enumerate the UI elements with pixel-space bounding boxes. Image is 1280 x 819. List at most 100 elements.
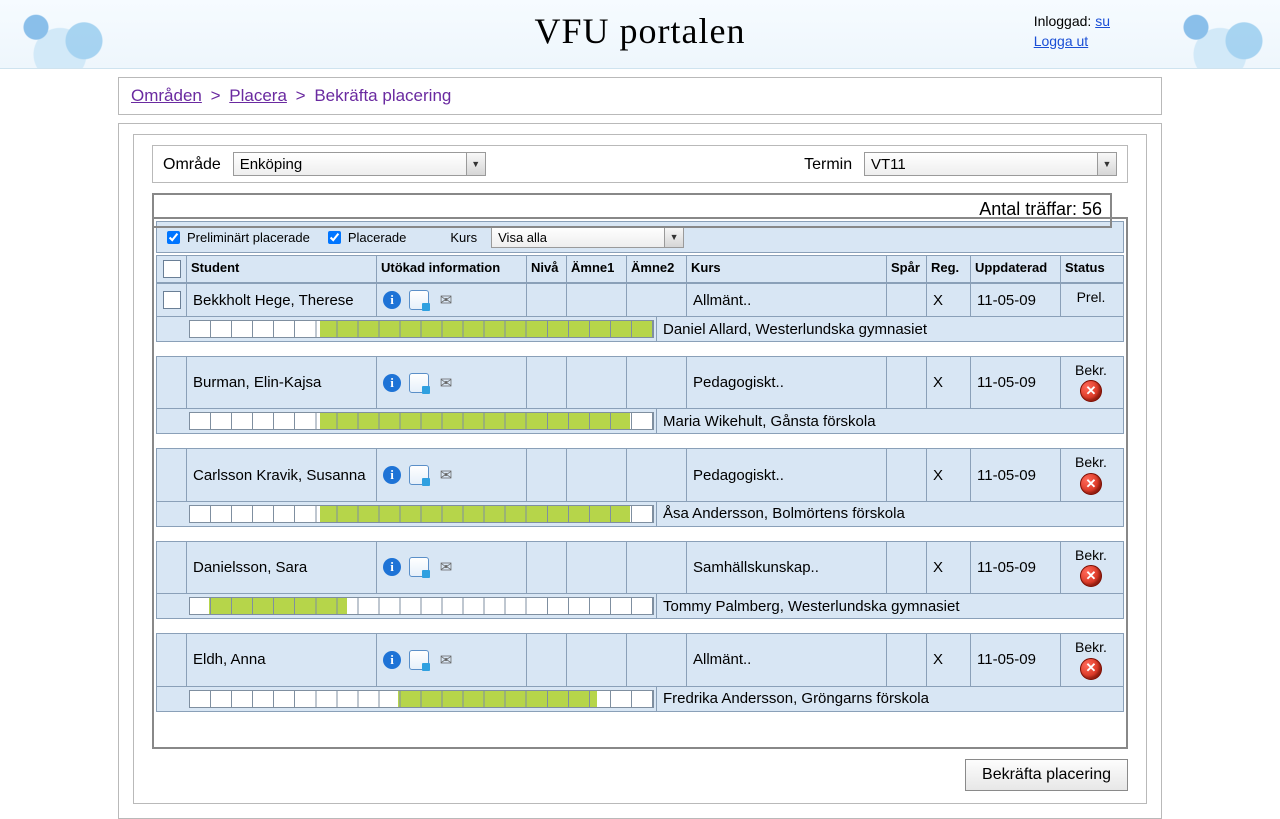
topbar: VFU portalen Inloggad: su Logga ut	[0, 0, 1280, 69]
document-icon[interactable]	[409, 290, 429, 310]
info-icon[interactable]: i	[383, 374, 401, 392]
row-kurs: Pedagogiskt..	[687, 449, 887, 500]
hits-label: Antal träffar:	[979, 199, 1077, 219]
row-updated: 11-05-09	[971, 284, 1061, 316]
col-student[interactable]: Student	[187, 256, 377, 282]
mail-icon[interactable]: ✉	[437, 651, 455, 669]
logout-link[interactable]: Logga ut	[1034, 33, 1089, 49]
breadcrumb-areas[interactable]: Områden	[131, 86, 202, 105]
remove-icon[interactable]: ✕	[1080, 380, 1102, 402]
row-updated: 11-05-09	[971, 449, 1061, 500]
info-icon[interactable]: i	[383, 466, 401, 484]
row-checkbox[interactable]	[163, 291, 181, 309]
placement-desc: Åsa Andersson, Bolmörtens förskola	[657, 502, 1123, 525]
document-icon[interactable]	[409, 465, 429, 485]
placed-checkbox[interactable]: Placerade	[324, 228, 407, 247]
info-icon[interactable]: i	[383, 558, 401, 576]
kurs-filter-select[interactable]: Visa alla ▼	[491, 226, 684, 248]
logged-in-label: Inloggad:	[1034, 13, 1092, 29]
top-filter-bar: Område Enköping ▼ Termin VT11 ▼	[152, 145, 1128, 183]
row-actions: i✉	[377, 284, 527, 316]
table-row[interactable]: Danielsson, Sarai✉Samhällskunskap..X11-0…	[156, 541, 1124, 619]
chevron-down-icon: ▼	[466, 153, 485, 175]
kurs-filter-label: Kurs	[450, 230, 477, 245]
row-actions: i✉	[377, 357, 527, 408]
placed-checkbox-input[interactable]	[328, 231, 341, 244]
document-icon[interactable]	[409, 557, 429, 577]
col-status[interactable]: Status	[1061, 256, 1121, 282]
document-icon[interactable]	[409, 373, 429, 393]
row-actions: i✉	[377, 542, 527, 593]
col-niva[interactable]: Nivå	[527, 256, 567, 282]
decoration-left	[0, 0, 120, 68]
table-row[interactable]: Bekkholt Hege, Theresei✉Allmänt..X11-05-…	[156, 283, 1124, 342]
prelim-checkbox-label: Preliminärt placerade	[187, 230, 310, 245]
col-reg[interactable]: Reg.	[927, 256, 971, 282]
breadcrumb-sep: >	[211, 86, 221, 105]
row-reg: X	[927, 634, 971, 685]
remove-icon[interactable]: ✕	[1080, 565, 1102, 587]
breadcrumb-sep: >	[296, 86, 306, 105]
remove-icon[interactable]: ✕	[1080, 658, 1102, 680]
prelim-checkbox-input[interactable]	[167, 231, 180, 244]
placement-desc: Maria Wikehult, Gånsta förskola	[657, 410, 1123, 433]
row-reg: X	[927, 449, 971, 500]
info-icon[interactable]: i	[383, 651, 401, 669]
row-actions: i✉	[377, 634, 527, 685]
mail-icon[interactable]: ✉	[437, 291, 455, 309]
col-upd[interactable]: Uppdaterad	[971, 256, 1061, 282]
term-label: Termin	[804, 156, 852, 173]
mail-icon[interactable]: ✉	[437, 558, 455, 576]
student-name: Burman, Elin-Kajsa	[187, 357, 377, 408]
app-title: VFU portalen	[535, 10, 746, 52]
term-select-value: VT11	[865, 156, 1097, 173]
prelim-checkbox[interactable]: Preliminärt placerade	[163, 228, 310, 247]
row-kurs: Samhällskunskap..	[687, 542, 887, 593]
row-status: Bekr.✕	[1061, 449, 1121, 500]
row-updated: 11-05-09	[971, 357, 1061, 408]
kurs-filter-value: Visa alla	[492, 230, 664, 245]
placement-desc: Tommy Palmberg, Westerlundska gymnasiet	[657, 595, 1123, 618]
mail-icon[interactable]: ✉	[437, 466, 455, 484]
grid-header: Student Utökad information Nivå Ämne1 Äm…	[156, 255, 1124, 283]
term-select[interactable]: VT11 ▼	[864, 152, 1117, 176]
placed-checkbox-label: Placerade	[348, 230, 407, 245]
row-status: Bekr.✕	[1061, 542, 1121, 593]
results-grid[interactable]: Preliminärt placerade Placerade Kurs Vis…	[152, 217, 1128, 749]
area-select-value: Enköping	[234, 156, 466, 173]
row-reg: X	[927, 357, 971, 408]
document-icon[interactable]	[409, 650, 429, 670]
row-updated: 11-05-09	[971, 542, 1061, 593]
table-row[interactable]: Burman, Elin-Kajsai✉Pedagogiskt..X11-05-…	[156, 356, 1124, 434]
row-status: Bekr.✕	[1061, 357, 1121, 408]
mail-icon[interactable]: ✉	[437, 374, 455, 392]
timeline-bar	[187, 594, 657, 618]
student-name: Eldh, Anna	[187, 634, 377, 685]
col-amne2[interactable]: Ämne2	[627, 256, 687, 282]
info-icon[interactable]: i	[383, 291, 401, 309]
col-amne1[interactable]: Ämne1	[567, 256, 627, 282]
row-actions: i✉	[377, 449, 527, 500]
row-kurs: Pedagogiskt..	[687, 357, 887, 408]
table-row[interactable]: Eldh, Annai✉Allmänt..X11-05-09Bekr.✕Fred…	[156, 633, 1124, 711]
remove-icon[interactable]: ✕	[1080, 473, 1102, 495]
student-name: Bekkholt Hege, Therese	[187, 284, 377, 316]
confirm-placement-button[interactable]: Bekräfta placering	[965, 759, 1128, 791]
col-ext[interactable]: Utökad information	[377, 256, 527, 282]
student-name: Danielsson, Sara	[187, 542, 377, 593]
col-spar[interactable]: Spår	[887, 256, 927, 282]
breadcrumb-place[interactable]: Placera	[229, 86, 287, 105]
area-select[interactable]: Enköping ▼	[233, 152, 486, 176]
table-row[interactable]: Carlsson Kravik, Susannai✉Pedagogiskt..X…	[156, 448, 1124, 526]
row-status: Bekr.✕	[1061, 634, 1121, 685]
timeline-bar	[187, 409, 657, 433]
select-all-checkbox[interactable]	[163, 260, 181, 278]
timeline-bar	[187, 687, 657, 711]
student-name: Carlsson Kravik, Susanna	[187, 449, 377, 500]
timeline-bar	[187, 317, 657, 341]
row-reg: X	[927, 542, 971, 593]
user-link[interactable]: su	[1095, 13, 1110, 29]
placement-desc: Daniel Allard, Westerlundska gymnasiet	[657, 318, 1123, 341]
col-kurs[interactable]: Kurs	[687, 256, 887, 282]
main-panel: Område Enköping ▼ Termin VT11 ▼ Antal tr…	[133, 134, 1147, 804]
